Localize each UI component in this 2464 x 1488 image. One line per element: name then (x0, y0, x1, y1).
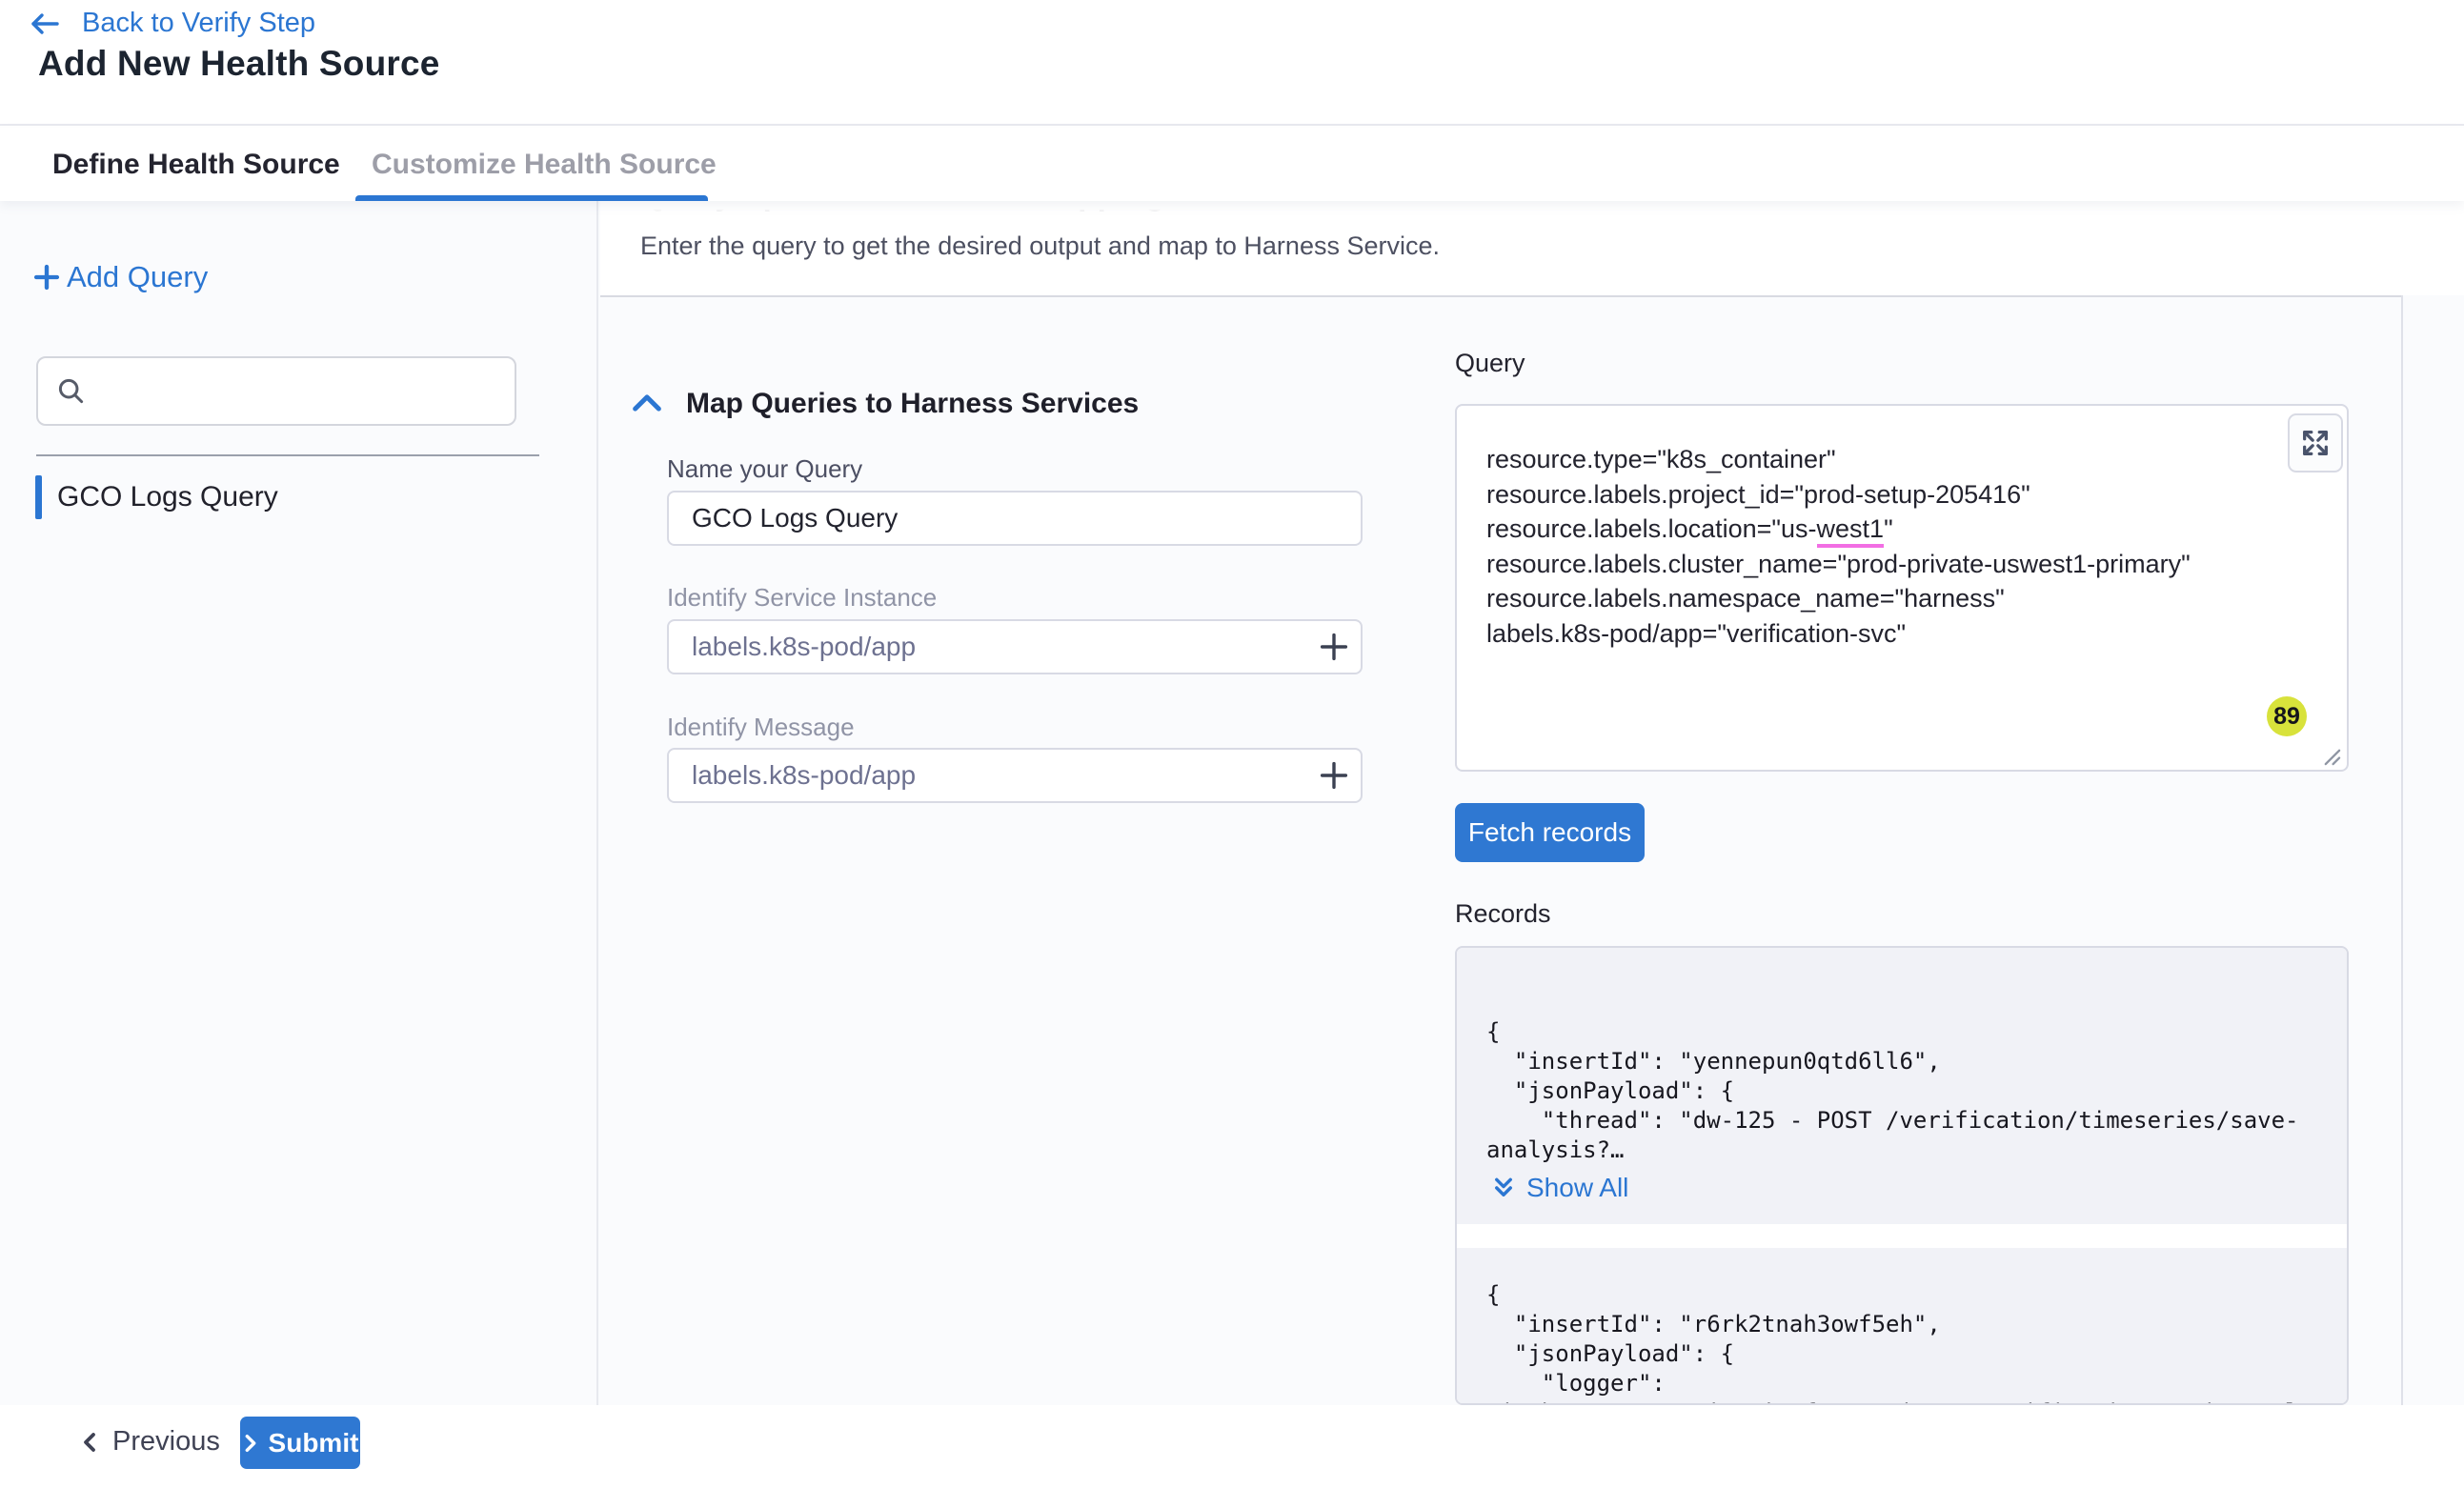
previous-label: Previous (112, 1426, 220, 1458)
message-input[interactable] (667, 748, 1363, 803)
character-count-badge: 89 (2267, 696, 2307, 736)
section-divider (600, 295, 2403, 297)
panel-right-border (2401, 295, 2403, 1405)
chevron-left-icon (80, 1431, 99, 1454)
show-all-label: Show All (1526, 1173, 1628, 1203)
sidebar-divider (36, 454, 539, 456)
record-json: { "insertId": "r6rk2tnah3owf5eh", "jsonP… (1486, 1280, 2313, 1405)
query-item-label: GCO Logs Query (57, 481, 278, 513)
message-add-button[interactable] (1313, 754, 1355, 796)
collapse-section-button[interactable] (631, 390, 663, 416)
query-textarea[interactable]: resource.type="k8s_container" resource.l… (1455, 404, 2349, 772)
active-tab-underline (355, 195, 708, 201)
tab-define-health-source[interactable]: Define Health Source (52, 128, 340, 201)
section-subheading: Enter the query to get the desired outpu… (640, 231, 1440, 261)
query-list-item-gco-logs[interactable]: GCO Logs Query (35, 475, 278, 519)
record-json: { "insertId": "yennepun0qtd6ll6", "jsonP… (1486, 1017, 2299, 1165)
submit-label: Submit (269, 1428, 359, 1458)
selected-indicator-bar (35, 475, 42, 519)
page-header: Back to Verify Step Add New Health Sourc… (0, 0, 2464, 126)
map-queries-title: Map Queries to Harness Services (686, 388, 1139, 420)
expand-query-button[interactable] (2288, 413, 2343, 473)
double-chevron-down-icon (1492, 1176, 1515, 1200)
query-sidebar: Add Query GCO Logs Query (0, 201, 598, 1405)
maximize-icon (2299, 427, 2332, 459)
scroll-fade-overlay (600, 201, 2464, 233)
back-to-verify-step-link[interactable]: Back to Verify Step (29, 8, 315, 39)
identify-message-label: Identify Message (667, 713, 855, 742)
section-header: Query Specifications and Mappings Enter … (600, 201, 2464, 295)
resize-handle-icon[interactable] (2318, 743, 2343, 768)
back-arrow-icon (29, 10, 61, 37)
wizard-footer: Previous Submit (0, 1405, 2464, 1488)
tab-customize-health-source[interactable]: Customize Health Source (372, 128, 717, 201)
records-panel: { "insertId": "yennepun0qtd6ll6", "jsonP… (1455, 946, 2349, 1405)
page-title: Add New Health Source (38, 44, 440, 84)
records-label: Records (1455, 899, 1551, 929)
search-icon (55, 375, 88, 408)
add-query-label: Add Query (67, 260, 208, 294)
record-card: { "insertId": "yennepun0qtd6ll6", "jsonP… (1457, 948, 2347, 1224)
add-query-button[interactable]: Add Query (32, 260, 208, 294)
fetch-records-button[interactable]: Fetch records (1455, 803, 1645, 862)
health-source-tabbar: Define Health Source Customize Health So… (0, 128, 2464, 201)
chevron-right-icon (242, 1433, 259, 1454)
plus-icon (32, 263, 61, 292)
previous-button[interactable]: Previous (80, 1426, 220, 1458)
query-label: Query (1455, 349, 1525, 378)
back-link-label: Back to Verify Step (82, 8, 315, 39)
query-name-input[interactable] (667, 491, 1363, 546)
add-health-source-page: Back to Verify Step Add New Health Sourc… (0, 0, 2464, 1488)
name-query-label: Name your Query (667, 454, 862, 484)
content-area: Add Query GCO Logs Query Query Specifica… (0, 201, 2464, 1405)
query-code: resource.type="k8s_container" resource.l… (1486, 442, 2191, 651)
query-search-input[interactable] (36, 356, 516, 426)
record-card: { "insertId": "r6rk2tnah3owf5eh", "jsonP… (1457, 1248, 2347, 1405)
submit-button[interactable]: Submit (240, 1417, 360, 1469)
service-instance-input[interactable] (667, 619, 1363, 674)
identify-service-instance-label: Identify Service Instance (667, 583, 937, 613)
show-all-link[interactable]: Show All (1492, 1173, 1628, 1203)
service-instance-add-button[interactable] (1313, 626, 1355, 668)
spellcheck-underlined-word: west1 (1817, 514, 1885, 548)
